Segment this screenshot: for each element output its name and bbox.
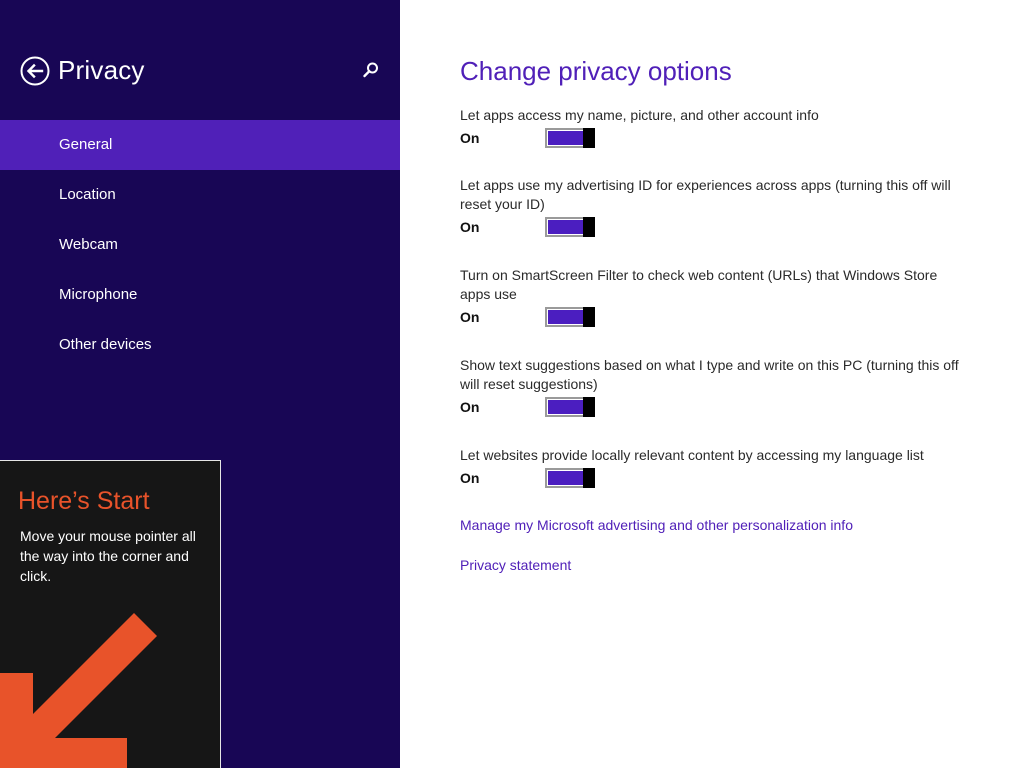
back-arrow-circle-icon[interactable]: [20, 56, 50, 86]
setting-account-info: Let apps access my name, picture, and ot…: [460, 106, 970, 152]
nav-list: General Location Webcam Microphone Other…: [0, 120, 400, 370]
start-tip-popup: Here’s Start Move your mouse pointer all…: [0, 460, 221, 768]
setting-label: Let apps access my name, picture, and ot…: [460, 107, 819, 123]
nav-item-webcam[interactable]: Webcam: [0, 220, 400, 270]
nav-item-label: Microphone: [59, 286, 138, 303]
privacy-statement-link[interactable]: Privacy statement: [460, 555, 571, 575]
setting-advertising-id: Let apps use my advertising ID for exper…: [460, 176, 970, 241]
setting-label: Show text suggestions based on what I ty…: [460, 357, 959, 392]
toggle-thumb[interactable]: [583, 397, 595, 417]
toggle-state-label: On: [460, 470, 480, 486]
nav-item-label: Other devices: [59, 336, 152, 353]
setting-control-row: On: [460, 397, 970, 421]
toggle-fill: [548, 471, 584, 485]
toggle-state-label: On: [460, 219, 480, 235]
setting-language-list: Let websites provide locally relevant co…: [460, 446, 970, 492]
start-tip-body: Move your mouse pointer all the way into…: [20, 528, 196, 584]
page-title: Privacy: [58, 55, 145, 85]
toggle-thumb[interactable]: [583, 128, 595, 148]
settings-nav-pane: Privacy General Location Webcam Micropho…: [0, 0, 400, 768]
setting-text-suggestions: Show text suggestions based on what I ty…: [460, 356, 970, 421]
language-list-toggle[interactable]: [545, 468, 595, 488]
privacy-options-content: Change privacy options Let apps access m…: [400, 0, 1024, 768]
start-tip-title: Here’s Start: [18, 487, 150, 515]
pc-settings-screen: Privacy General Location Webcam Micropho…: [0, 0, 1024, 768]
nav-item-microphone[interactable]: Microphone: [0, 270, 400, 320]
setting-control-row: On: [460, 128, 970, 152]
corner-arrow-icon: [0, 611, 220, 768]
toggle-fill: [548, 310, 584, 324]
pane-header: Privacy: [20, 55, 380, 87]
nav-item-location[interactable]: Location: [0, 170, 400, 220]
setting-smartscreen: Turn on SmartScreen Filter to check web …: [460, 266, 970, 331]
smartscreen-toggle[interactable]: [545, 307, 595, 327]
manage-advertising-link[interactable]: Manage my Microsoft advertising and othe…: [460, 515, 853, 535]
toggle-fill: [548, 400, 584, 414]
setting-control-row: On: [460, 307, 970, 331]
toggle-fill: [548, 131, 584, 145]
account-info-toggle[interactable]: [545, 128, 595, 148]
toggle-state-label: On: [460, 399, 480, 415]
toggle-state-label: On: [460, 130, 480, 146]
nav-item-label: Location: [59, 186, 116, 203]
nav-item-other-devices[interactable]: Other devices: [0, 320, 400, 370]
setting-label: Turn on SmartScreen Filter to check web …: [460, 267, 938, 302]
toggle-fill: [548, 220, 584, 234]
setting-control-row: On: [460, 468, 970, 492]
setting-label: Let apps use my advertising ID for exper…: [460, 177, 951, 212]
advertising-id-toggle[interactable]: [545, 217, 595, 237]
section-title: Change privacy options: [460, 56, 732, 86]
toggle-state-label: On: [460, 309, 480, 325]
toggle-thumb[interactable]: [583, 217, 595, 237]
text-suggestions-toggle[interactable]: [545, 397, 595, 417]
nav-item-label: Webcam: [59, 236, 118, 253]
toggle-thumb[interactable]: [583, 307, 595, 327]
setting-label: Let websites provide locally relevant co…: [460, 447, 924, 463]
toggle-thumb[interactable]: [583, 468, 595, 488]
search-icon[interactable]: [362, 61, 380, 79]
setting-control-row: On: [460, 217, 970, 241]
nav-item-label: General: [59, 136, 113, 153]
nav-item-general[interactable]: General: [0, 120, 400, 170]
